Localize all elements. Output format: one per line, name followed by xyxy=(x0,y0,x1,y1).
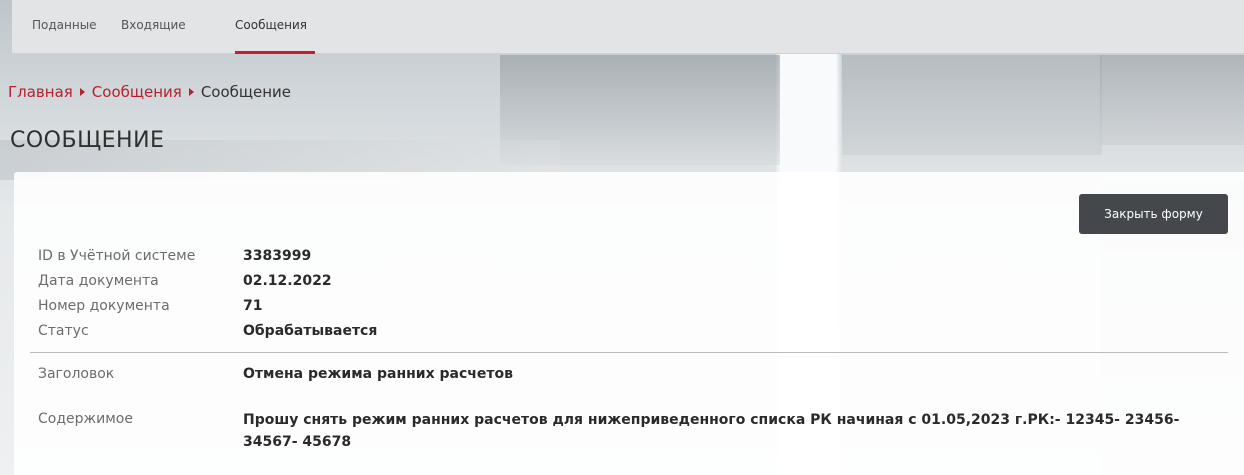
document-number-value: 71 xyxy=(243,298,263,314)
tab-messages[interactable]: Сообщения xyxy=(235,18,315,54)
page-title: СООБЩЕНИЕ xyxy=(10,128,165,153)
subject-label: Заголовок xyxy=(38,366,115,382)
breadcrumb: Главная Сообщения Сообщение xyxy=(8,83,291,101)
background-window-pane xyxy=(1100,55,1244,145)
tab-submitted[interactable]: Поданные xyxy=(32,18,97,54)
content-value: Прошу снять режим ранних расчетов для ни… xyxy=(243,412,1180,450)
status-label: Статус xyxy=(38,323,89,339)
breadcrumb-arrow-icon xyxy=(79,88,85,96)
background-window-pane xyxy=(842,55,1102,155)
divider xyxy=(30,352,1228,353)
breadcrumb-current: Сообщение xyxy=(200,83,292,101)
breadcrumb-home-link[interactable]: Главная xyxy=(8,83,73,101)
document-number-label: Номер документа xyxy=(38,298,170,314)
top-tab-bar: Поданные Входящие Сообщения xyxy=(12,0,1244,54)
content-label: Содержимое xyxy=(38,411,133,427)
breadcrumb-messages-link[interactable]: Сообщения xyxy=(92,83,182,101)
breadcrumb-arrow-icon xyxy=(188,88,194,96)
document-date-label: Дата документа xyxy=(38,273,159,289)
subject-value: Отмена режима ранних расчетов xyxy=(243,366,513,382)
id-value: 3383999 xyxy=(243,248,312,264)
tab-incoming[interactable]: Входящие xyxy=(121,18,186,54)
document-date-value: 02.12.2022 xyxy=(243,273,332,289)
close-form-button[interactable]: Закрыть форму xyxy=(1079,194,1228,234)
id-label: ID в Учётной системе xyxy=(38,248,196,264)
status-value: Обрабатывается xyxy=(243,323,378,339)
